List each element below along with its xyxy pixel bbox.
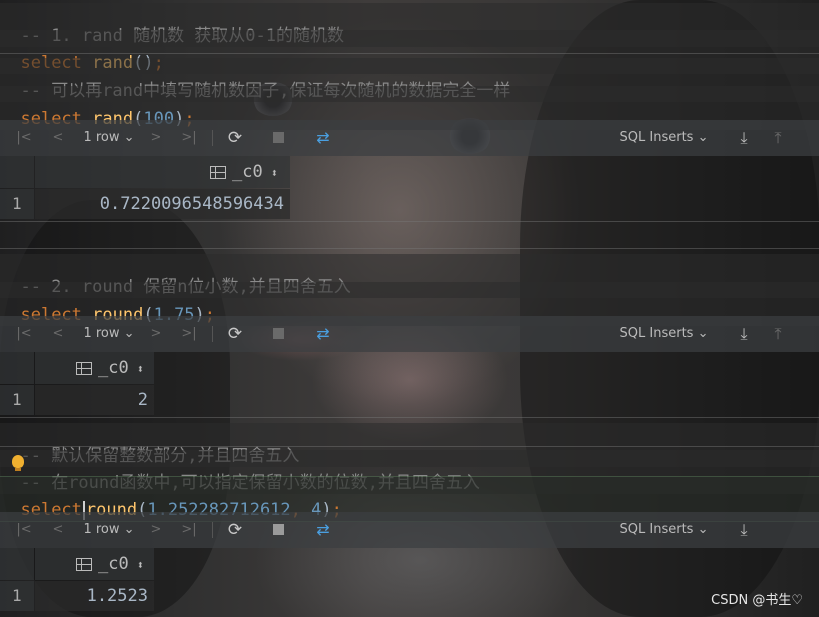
reload-icon[interactable]: ⟳ — [224, 316, 246, 352]
result-cell[interactable]: 2 — [35, 385, 154, 415]
prev-page-icon[interactable]: < — [50, 316, 66, 352]
stop-icon[interactable] — [273, 328, 284, 339]
reload-icon[interactable]: ⟳ — [224, 120, 246, 156]
last-page-icon[interactable]: >| — [178, 512, 200, 548]
line-separator — [0, 221, 819, 222]
column-header-label: _c0 — [98, 358, 129, 378]
rows-label: 1 row — [83, 326, 120, 341]
next-page-icon[interactable]: > — [148, 120, 164, 156]
stop-icon[interactable] — [273, 132, 284, 143]
prev-page-icon[interactable]: < — [50, 512, 66, 548]
line-separator — [0, 446, 819, 447]
chevron-down-icon: ⌄ — [697, 522, 709, 537]
last-page-icon[interactable]: >| — [178, 120, 200, 156]
result-cell[interactable]: 0.7220096548596434 — [35, 189, 290, 219]
chevron-down-icon: ⌄ — [123, 326, 135, 341]
corner-cell — [0, 156, 34, 188]
reload-icon[interactable]: ⟳ — [224, 512, 246, 548]
sort-icon[interactable]: ⬍ — [137, 558, 144, 572]
table-column-icon — [76, 361, 93, 375]
table-column-icon — [210, 165, 227, 179]
format-dropdown[interactable]: SQL Inserts ⌄ — [616, 512, 712, 548]
table-column-icon — [76, 557, 93, 571]
format-dropdown[interactable]: SQL Inserts ⌄ — [616, 120, 712, 156]
compare-icon[interactable]: ⇄ — [312, 120, 334, 156]
chevron-down-icon: ⌄ — [123, 522, 135, 537]
prev-page-icon[interactable]: < — [50, 120, 66, 156]
result-toolbar: |< < 1 row ⌄ > >| ⟳ ⇄ SQL Inserts ⌄ ⤓ ⤒ — [0, 316, 819, 352]
stop-icon[interactable] — [273, 524, 284, 535]
row-number: 1 — [0, 581, 34, 611]
column-header[interactable]: _c0 ⬍ — [35, 156, 290, 188]
toolbar-divider — [212, 522, 213, 538]
upload-icon[interactable]: ⤒ — [767, 316, 789, 352]
corner-cell — [0, 548, 34, 580]
format-label: SQL Inserts — [619, 522, 694, 537]
result-cell[interactable]: 1.2523 — [35, 581, 154, 611]
corner-cell — [0, 352, 34, 384]
first-page-icon[interactable]: |< — [14, 120, 34, 156]
download-icon[interactable]: ⤓ — [733, 120, 755, 156]
rows-label: 1 row — [83, 522, 120, 537]
first-page-icon[interactable]: |< — [14, 316, 34, 352]
result-toolbar: |< < 1 row ⌄ > >| ⟳ ⇄ SQL Inserts ⌄ ⤓ ⤒ — [0, 120, 819, 156]
upload-icon[interactable]: ⤒ — [767, 120, 789, 156]
column-header[interactable]: _c0 ⬍ — [35, 352, 154, 384]
first-page-icon[interactable]: |< — [14, 512, 34, 548]
toolbar-divider — [212, 130, 213, 146]
column-header-label: _c0 — [98, 554, 129, 574]
line-separator — [0, 417, 819, 418]
format-label: SQL Inserts — [619, 326, 694, 341]
download-icon[interactable]: ⤓ — [733, 512, 755, 548]
last-page-icon[interactable]: >| — [178, 316, 200, 352]
row-number: 1 — [0, 189, 34, 219]
column-header-label: _c0 — [232, 162, 263, 182]
rows-dropdown[interactable]: 1 row ⌄ — [80, 120, 138, 156]
row-number: 1 — [0, 385, 34, 415]
download-icon[interactable]: ⤓ — [733, 316, 755, 352]
next-page-icon[interactable]: > — [148, 316, 164, 352]
compare-icon[interactable]: ⇄ — [312, 316, 334, 352]
format-dropdown[interactable]: SQL Inserts ⌄ — [616, 316, 712, 352]
rows-label: 1 row — [83, 130, 120, 145]
lightbulb-icon[interactable] — [12, 455, 24, 471]
chevron-down-icon: ⌄ — [697, 130, 709, 145]
line-separator — [0, 53, 819, 54]
chevron-down-icon: ⌄ — [123, 130, 135, 145]
rows-dropdown[interactable]: 1 row ⌄ — [80, 316, 138, 352]
sort-icon[interactable]: ⬍ — [271, 166, 278, 180]
line-separator — [0, 248, 819, 249]
result-toolbar: |< < 1 row ⌄ > >| ⟳ ⇄ SQL Inserts ⌄ ⤓ — [0, 512, 819, 548]
compare-icon[interactable]: ⇄ — [312, 512, 334, 548]
next-page-icon[interactable]: > — [148, 512, 164, 548]
rows-dropdown[interactable]: 1 row ⌄ — [80, 512, 138, 548]
column-header[interactable]: _c0 ⬍ — [35, 548, 154, 580]
chevron-down-icon: ⌄ — [697, 326, 709, 341]
toolbar-divider — [212, 326, 213, 342]
format-label: SQL Inserts — [619, 130, 694, 145]
sort-icon[interactable]: ⬍ — [137, 362, 144, 376]
watermark: CSDN @书生♡ — [711, 593, 803, 608]
